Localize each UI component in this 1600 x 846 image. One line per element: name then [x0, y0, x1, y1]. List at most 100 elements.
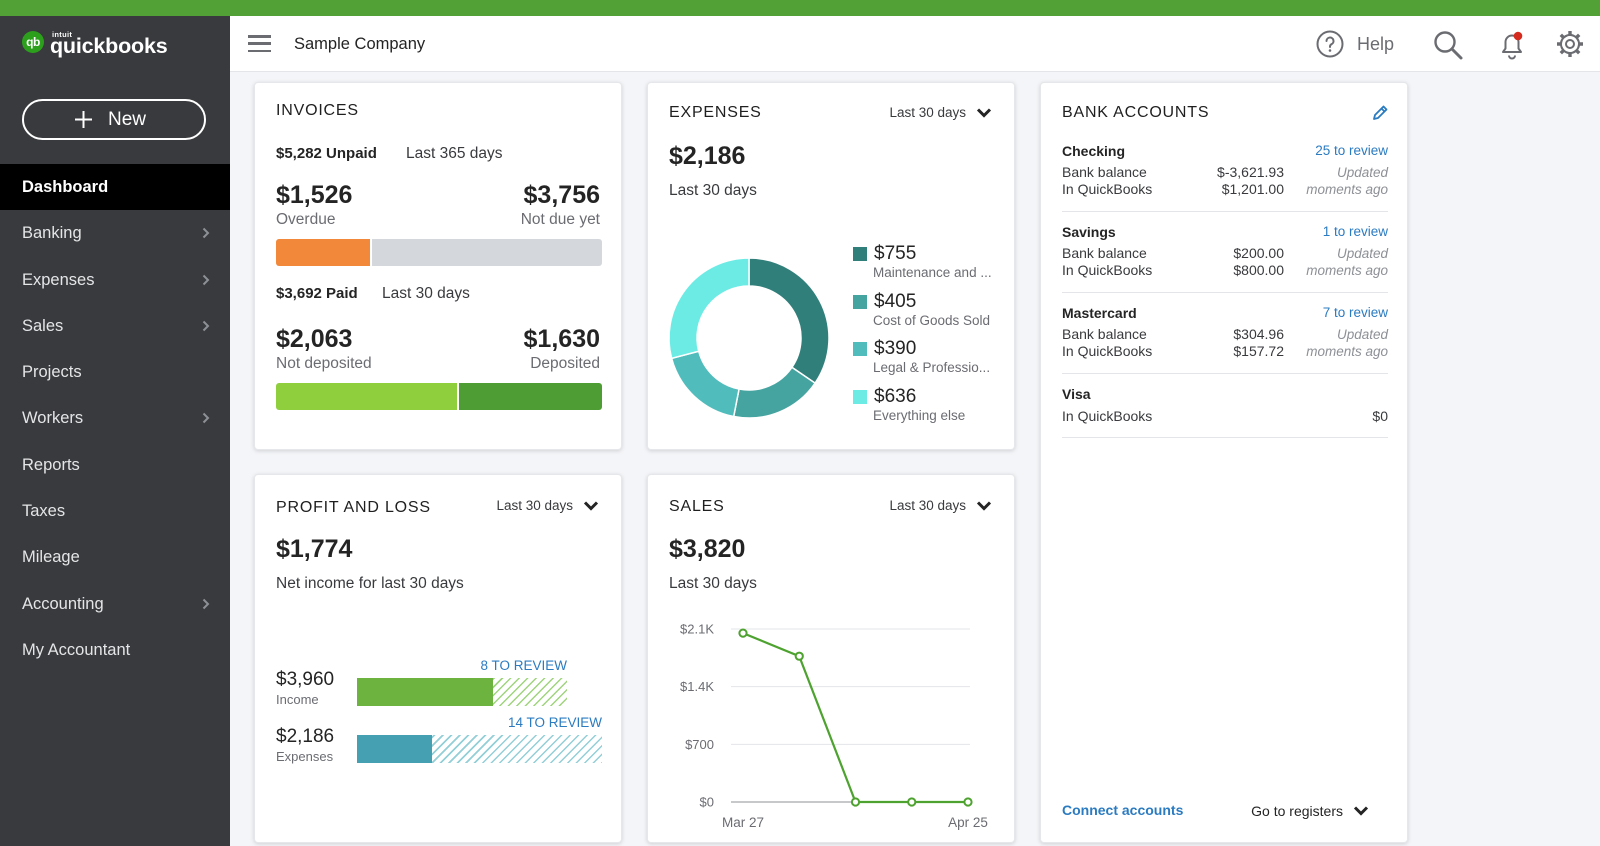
- deposited-label: Deposited: [530, 355, 600, 372]
- expenses-range-select[interactable]: Last 30 days: [889, 104, 966, 122]
- help-icon[interactable]: [1316, 30, 1344, 58]
- paid-total: $3,692 Paid: [276, 285, 358, 302]
- help-button[interactable]: Help: [1357, 32, 1394, 56]
- donut-slice[interactable]: [732, 366, 817, 419]
- legend-label: Everything else: [873, 407, 966, 423]
- income-amount: $3,960: [276, 669, 335, 690]
- edit-pencil-icon[interactable]: [1371, 104, 1389, 122]
- sales-data-point[interactable]: [738, 628, 748, 638]
- updated-status: moments ago: [1306, 344, 1388, 359]
- expenses-amount: $2,186: [276, 726, 335, 747]
- bank-account-row[interactable]: Mastercard 7 to review Bank balance $304…: [1041, 304, 1409, 374]
- not-due-label: Not due yet: [520, 211, 600, 228]
- sidebar-item-taxes[interactable]: Taxes: [0, 488, 230, 534]
- donut-slice[interactable]: [670, 350, 740, 418]
- quickbooks-balance-label: In QuickBooks: [1062, 408, 1153, 424]
- legend-item[interactable]: $636 Everything else: [853, 386, 1013, 434]
- legend-item[interactable]: $390 Legal & Professio...: [853, 338, 1013, 386]
- not-due-bar-segment[interactable]: [372, 239, 602, 266]
- x-tick-label: Apr 25: [948, 815, 988, 830]
- y-tick-label: $0: [700, 795, 714, 810]
- sales-data-point[interactable]: [963, 797, 973, 807]
- chevron-right-icon: [202, 598, 210, 609]
- search-icon[interactable]: [1432, 29, 1464, 61]
- sidebar-item-dashboard[interactable]: Dashboard: [0, 164, 230, 211]
- unpaid-period: Last 365 days: [406, 145, 503, 162]
- account-name[interactable]: Checking: [1062, 142, 1125, 160]
- sidebar-item-label: Banking: [22, 224, 82, 243]
- chevron-down-icon[interactable]: [1353, 805, 1369, 817]
- income-bar[interactable]: 8 TO REVIEW: [357, 658, 602, 706]
- income-review-link[interactable]: 8 TO REVIEW: [480, 658, 567, 674]
- legend-item[interactable]: $405 Cost of Goods Sold: [853, 291, 1013, 339]
- not-deposited-amount[interactable]: $2,063: [276, 324, 352, 354]
- bank-account-row[interactable]: Visa In QuickBooks $0: [1041, 385, 1409, 435]
- chevron-down-icon[interactable]: [583, 500, 599, 512]
- quickbooks-balance-value: $0: [1372, 408, 1388, 424]
- sidebar-item-projects[interactable]: Projects: [0, 349, 230, 395]
- expenses-period: Last 30 days: [669, 182, 757, 199]
- updated-status: Updated: [1336, 246, 1388, 261]
- sidebar-item-expenses[interactable]: Expenses: [0, 257, 230, 303]
- menu-hamburger-icon[interactable]: [248, 35, 271, 53]
- sidebar-item-my-accountant[interactable]: My Accountant: [0, 627, 230, 673]
- account-review-link[interactable]: 25 to review: [1315, 142, 1388, 160]
- quickbooks-balance-label: In QuickBooks: [1062, 262, 1153, 278]
- not-due-amount[interactable]: $3,756: [524, 180, 600, 210]
- updated-status: Updated: [1336, 327, 1388, 342]
- account-review-link[interactable]: 1 to review: [1323, 223, 1388, 241]
- sidebar-item-label: Workers: [22, 409, 84, 428]
- sidebar-item-mileage[interactable]: Mileage: [0, 534, 230, 580]
- donut-slice[interactable]: [668, 257, 750, 360]
- legend-swatch: [853, 294, 867, 309]
- account-review-link[interactable]: 7 to review: [1323, 304, 1388, 322]
- bank-account-row[interactable]: Checking 25 to review Bank balance $-3,6…: [1041, 142, 1409, 212]
- deposited-amount[interactable]: $1,630: [524, 324, 600, 354]
- account-name[interactable]: Visa: [1062, 385, 1091, 403]
- pl-range-select[interactable]: Last 30 days: [496, 497, 573, 515]
- top-header: Sample Company Help: [230, 16, 1600, 72]
- sidebar-item-label: Sales: [22, 316, 64, 335]
- sales-data-point[interactable]: [850, 797, 861, 807]
- expenses-label: Expenses: [276, 749, 334, 764]
- sidebar-item-workers[interactable]: Workers: [0, 395, 230, 441]
- sidebar-item-accounting[interactable]: Accounting: [0, 581, 230, 627]
- x-tick-label: Mar 27: [722, 815, 764, 830]
- not-deposited-bar-segment[interactable]: [276, 383, 457, 410]
- deposited-bar-segment[interactable]: [459, 383, 602, 410]
- connect-accounts-link[interactable]: Connect accounts: [1062, 801, 1183, 819]
- expenses-bar[interactable]: 14 TO REVIEW: [357, 715, 602, 763]
- company-name: Sample Company: [294, 35, 426, 53]
- paid-bar: [276, 383, 602, 410]
- divider: [1062, 373, 1388, 374]
- quickbooks-logo-icon: qb: [22, 31, 44, 53]
- sales-data-point[interactable]: [794, 651, 804, 661]
- income-solid-segment: [357, 678, 493, 706]
- account-name[interactable]: Mastercard: [1062, 304, 1137, 322]
- sidebar-item-banking[interactable]: Banking: [0, 210, 230, 256]
- chevron-down-icon[interactable]: [976, 107, 992, 119]
- legend-label: Legal & Professio...: [873, 360, 991, 375]
- new-button[interactable]: New: [22, 99, 206, 140]
- sidebar-item-reports[interactable]: Reports: [0, 442, 230, 488]
- overdue-amount[interactable]: $1,526: [276, 180, 352, 210]
- expenses-review-link[interactable]: 14 TO REVIEW: [508, 715, 602, 731]
- quickbooks-balance-label: In QuickBooks: [1062, 181, 1153, 197]
- legend-item[interactable]: $755 Maintenance and ...: [853, 243, 1013, 291]
- y-tick-label: $700: [685, 737, 714, 752]
- sidebar-item-label: Projects: [22, 363, 82, 382]
- donut-slice[interactable]: [748, 257, 830, 385]
- account-name[interactable]: Savings: [1062, 223, 1116, 241]
- notification-bell-icon[interactable]: [1498, 29, 1526, 61]
- sidebar-item-sales[interactable]: Sales: [0, 303, 230, 349]
- unpaid-bar: [276, 239, 602, 266]
- legend-amount: $755: [874, 243, 917, 264]
- go-to-registers-dropdown[interactable]: Go to registers: [1251, 802, 1343, 820]
- y-tick-label: $1.4K: [680, 679, 714, 694]
- bank-account-row[interactable]: Savings 1 to review Bank balance $200.00…: [1041, 223, 1409, 293]
- sales-card: SALES Last 30 days $3,820 Last 30 days $…: [647, 474, 1015, 843]
- overdue-bar-segment[interactable]: [276, 239, 370, 266]
- sales-data-point[interactable]: [907, 797, 917, 807]
- settings-gear-icon[interactable]: [1555, 29, 1585, 59]
- expenses-total: $2,186: [669, 142, 746, 170]
